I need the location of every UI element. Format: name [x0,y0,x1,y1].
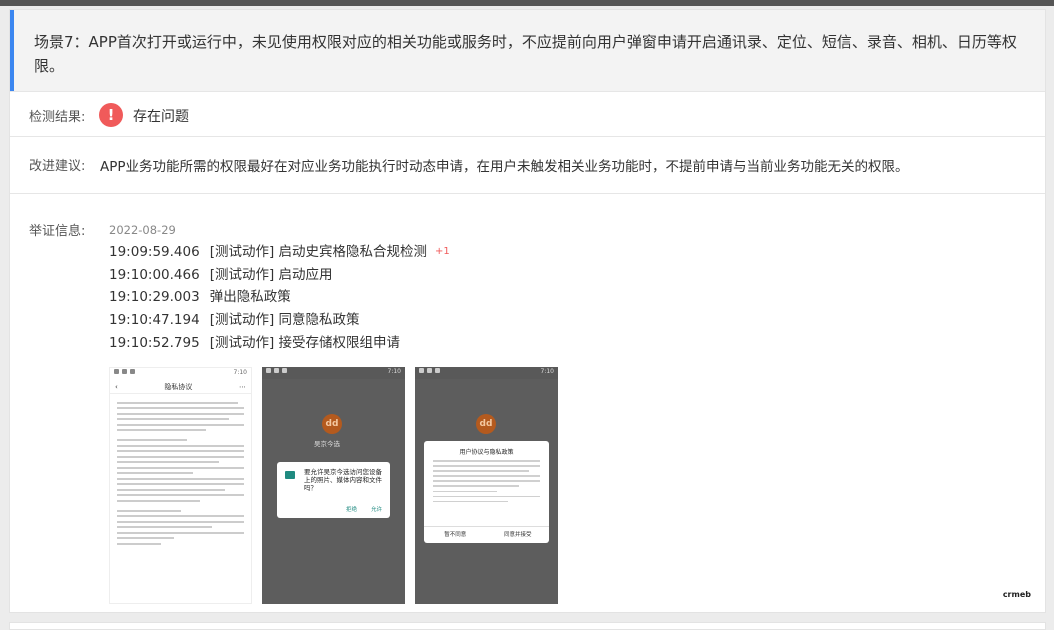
screenshot-permission-dialog[interactable]: 7:10 dd 吴京今选 要允许吴京今选访问您设备上的照片、媒体内容和文件吗？ … [262,367,405,604]
log-text: [测试动作] 启动史宾格隐私合规检测 [209,244,428,260]
app-logo-icon: dd [476,414,496,434]
result-label: 检测结果: [29,110,86,125]
log-time: 19:10:52.795 [109,334,200,351]
watermark: crmeb [1002,590,1031,599]
log-item: 19:10:47.194 [测试动作] 同意隐私政策 [109,309,450,332]
log-item: 19:10:29.003 弹出隐私政策 [109,286,450,309]
suggestion-row: 改进建议: APP业务功能所需的权限最好在对应业务功能执行时动态申请，在用户未触… [10,136,1045,193]
more-icon: ⋯ [239,382,246,391]
status-time: 7:10 [540,368,554,375]
suggestion-text: APP业务功能所需的权限最好在对应业务功能执行时动态申请，在用户未触发相关业务功… [100,159,909,175]
accept-button[interactable]: 同意并接受 [487,527,550,543]
log-text: 弹出隐私政策 [209,289,291,306]
permission-text: 要允许吴京今选访问您设备上的照片、媒体内容和文件吗？ [304,468,382,492]
deny-button[interactable]: 拒绝 [346,505,357,513]
app-logo-icon: dd [322,414,342,434]
log-time: 19:09:59.406 [109,244,200,260]
scene-card: 场景7：APP首次打开或运行中，未见使用权限对应的相关功能或服务时，不应提前向用… [9,9,1046,613]
agreement-title: 用户协议与隐私政策 [459,449,514,456]
exclamation-icon: ! [99,103,123,127]
scene-description: 场景7：APP首次打开或运行中，未见使用权限对应的相关功能或服务时，不应提前向用… [10,10,1045,91]
top-bar [0,0,1054,6]
suggestion-label: 改进建议: [29,159,86,174]
status-bar: 7:10 [110,368,251,380]
evidence-row: 举证信息: 2022-08-29 19:09:59.406 [测试动作] 启动史宾… [10,193,1045,613]
log-text: [测试动作] 启动应用 [209,266,333,283]
app-name: 吴京今选 [314,440,340,448]
log-time: 19:10:29.003 [109,289,200,306]
evidence-date: 2022-08-29 [109,223,176,237]
privacy-title: 隐私协议 [164,382,193,391]
agreement-dialog: 用户协议与隐私政策 暂不同意 同意并接受 [424,441,549,543]
status-bar: 7:10 [262,367,405,379]
status-bar: 7:10 [415,367,558,379]
log-item: 19:10:52.795 [测试动作] 接受存储权限组申请 [109,332,450,355]
allow-button[interactable]: 允许 [371,505,382,513]
folder-icon [285,471,295,479]
log-time: 19:10:47.194 [109,312,200,329]
evidence-label: 举证信息: [29,224,86,239]
status-time: 7:10 [387,368,401,375]
log-badge[interactable]: +1 [435,246,450,257]
status-time: 7:10 [233,369,247,376]
permission-dialog: 要允许吴京今选访问您设备上的照片、媒体内容和文件吗？ 拒绝 允许 [277,462,390,518]
log-item: 19:09:59.406 [测试动作] 启动史宾格隐私合规检测 +1 [109,241,450,264]
log-text: [测试动作] 同意隐私政策 [209,312,360,329]
next-card-edge [9,622,1046,630]
reject-button[interactable]: 暂不同意 [424,527,487,543]
log-item: 19:10:00.466 [测试动作] 启动应用 [109,264,450,287]
screenshot-agreement-dialog[interactable]: 7:10 dd 用户协议与隐私政策 暂不同意 同意并接受 [415,367,558,604]
log-time: 19:10:00.466 [109,266,200,283]
result-text: 存在问题 [133,109,189,125]
agreement-body [433,460,540,503]
result-row: 检测结果: ! 存在问题 [10,91,1045,136]
privacy-content [110,394,251,552]
screenshot-privacy-page[interactable]: 7:10 ‹ 隐私协议 ⋯ [109,367,252,604]
privacy-nav: ‹ 隐私协议 ⋯ [110,380,251,394]
log-text: [测试动作] 接受存储权限组申请 [209,334,401,351]
log-list: 19:09:59.406 [测试动作] 启动史宾格隐私合规检测 +1 19:10:0… [109,241,450,354]
scene-text: 场景7：APP首次打开或运行中，未见使用权限对应的相关功能或服务时，不应提前向用… [34,33,1017,75]
